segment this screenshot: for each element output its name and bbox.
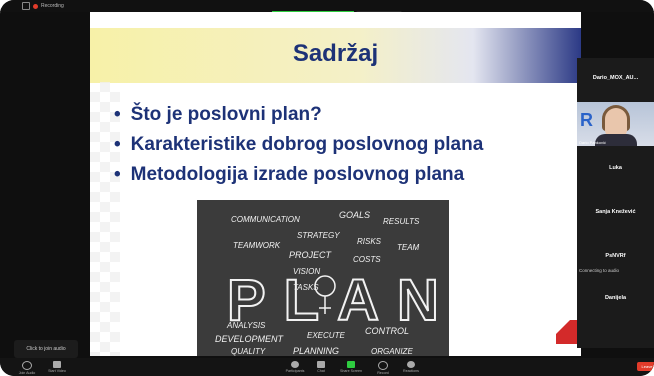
participant-name: Danijela xyxy=(604,295,627,301)
join-audio-tooltip[interactable]: Click to join audio xyxy=(14,340,78,358)
reactions-button[interactable]: Reactions xyxy=(398,361,424,375)
start-video-label: Start Video xyxy=(48,369,66,373)
logo-mark xyxy=(556,320,578,344)
plan-word: PLANNING xyxy=(293,346,339,356)
leave-button[interactable]: Leave xyxy=(637,362,654,371)
chat-label: Chat xyxy=(317,369,325,373)
reactions-label: Reactions xyxy=(403,369,419,373)
plan-word: ORGANIZE xyxy=(371,347,413,356)
background-logo-icon: R xyxy=(580,110,593,130)
join-audio-button[interactable]: Join Audio xyxy=(14,361,40,375)
participant-tile[interactable]: Sanja Knežević xyxy=(577,192,654,232)
record-dot-icon xyxy=(33,3,38,9)
chat-icon xyxy=(317,361,325,368)
join-audio-label: Join Audio xyxy=(18,371,36,375)
shared-slide: Sadržaj Što je poslovni plan? Karakteris… xyxy=(90,12,581,356)
plan-word: COMMUNICATION xyxy=(231,215,300,224)
share-screen-button[interactable]: Share Screen xyxy=(338,361,364,375)
participant-tile[interactable]: Dario_MOX_AU... xyxy=(577,58,654,98)
plan-letters: PLAN xyxy=(227,268,449,333)
record-button[interactable]: Record xyxy=(370,361,396,375)
participant-name: PsNVRf xyxy=(605,253,626,259)
plan-word: DEVELOPMENT xyxy=(215,334,285,344)
chalkboard-svg: COMMUNICATION GOALS RESULTS TEAMWORK STR… xyxy=(215,210,449,356)
plan-word: PROJECT xyxy=(289,250,333,260)
meeting-toolbar: Join Audio Start Video Participants Chat… xyxy=(0,358,654,376)
share-screen-icon xyxy=(347,361,355,368)
start-video-button[interactable]: Start Video xyxy=(44,361,70,375)
video-caption: Dario Panković xyxy=(579,140,606,145)
participants-panel: Dario_MOX_AU... R Dario Panković Luka Sa… xyxy=(577,58,654,348)
bullet-item: Karakteristike dobrog poslovnog plana xyxy=(114,130,574,160)
camera-icon xyxy=(53,361,61,368)
bullet-item: Metodologija izrade poslovnog plana xyxy=(114,160,574,190)
plan-word: GOALS xyxy=(339,210,370,220)
plan-word: QUALITY xyxy=(231,347,266,356)
participant-tile[interactable]: Luka xyxy=(577,148,654,188)
participants-label: Participants xyxy=(285,369,305,373)
record-label: Record xyxy=(377,371,389,375)
reactions-icon xyxy=(407,361,415,368)
headphones-icon xyxy=(22,361,32,370)
participants-button[interactable]: Participants xyxy=(282,361,308,375)
plan-word: STRATEGY xyxy=(297,231,340,240)
shield-icon xyxy=(22,2,30,10)
slide-title: Sadržaj xyxy=(292,40,379,67)
plan-word: RESULTS xyxy=(383,217,420,226)
connecting-status: Connecting to audio xyxy=(579,268,620,273)
recording-label: Recording xyxy=(41,3,64,9)
people-icon xyxy=(291,361,299,368)
plan-word: COSTS xyxy=(353,255,381,264)
participant-name: Luka xyxy=(609,165,622,171)
bullet-list: Što je poslovni plan? Karakteristike dob… xyxy=(114,100,574,190)
participant-name: Dario_MOX_AU... xyxy=(592,75,639,81)
share-screen-label: Share Screen xyxy=(340,369,362,373)
record-icon xyxy=(378,361,388,370)
bullet-item: Što je poslovni plan? xyxy=(114,100,574,130)
participant-tile[interactable]: Danijela xyxy=(577,278,654,318)
plan-word: TEAMWORK xyxy=(233,241,281,250)
participant-video[interactable]: R Dario Panković xyxy=(577,102,654,146)
plan-chalkboard-image: COMMUNICATION GOALS RESULTS TEAMWORK STR… xyxy=(197,200,449,356)
plan-word: TEAM xyxy=(397,243,420,252)
zoom-window: Recording You are viewing Dario Panković… xyxy=(0,0,654,376)
plan-word: RISKS xyxy=(357,237,382,246)
chat-button[interactable]: Chat xyxy=(308,361,334,375)
participant-name: Sanja Knežević xyxy=(595,209,636,215)
recording-indicator[interactable]: Recording xyxy=(22,2,64,10)
